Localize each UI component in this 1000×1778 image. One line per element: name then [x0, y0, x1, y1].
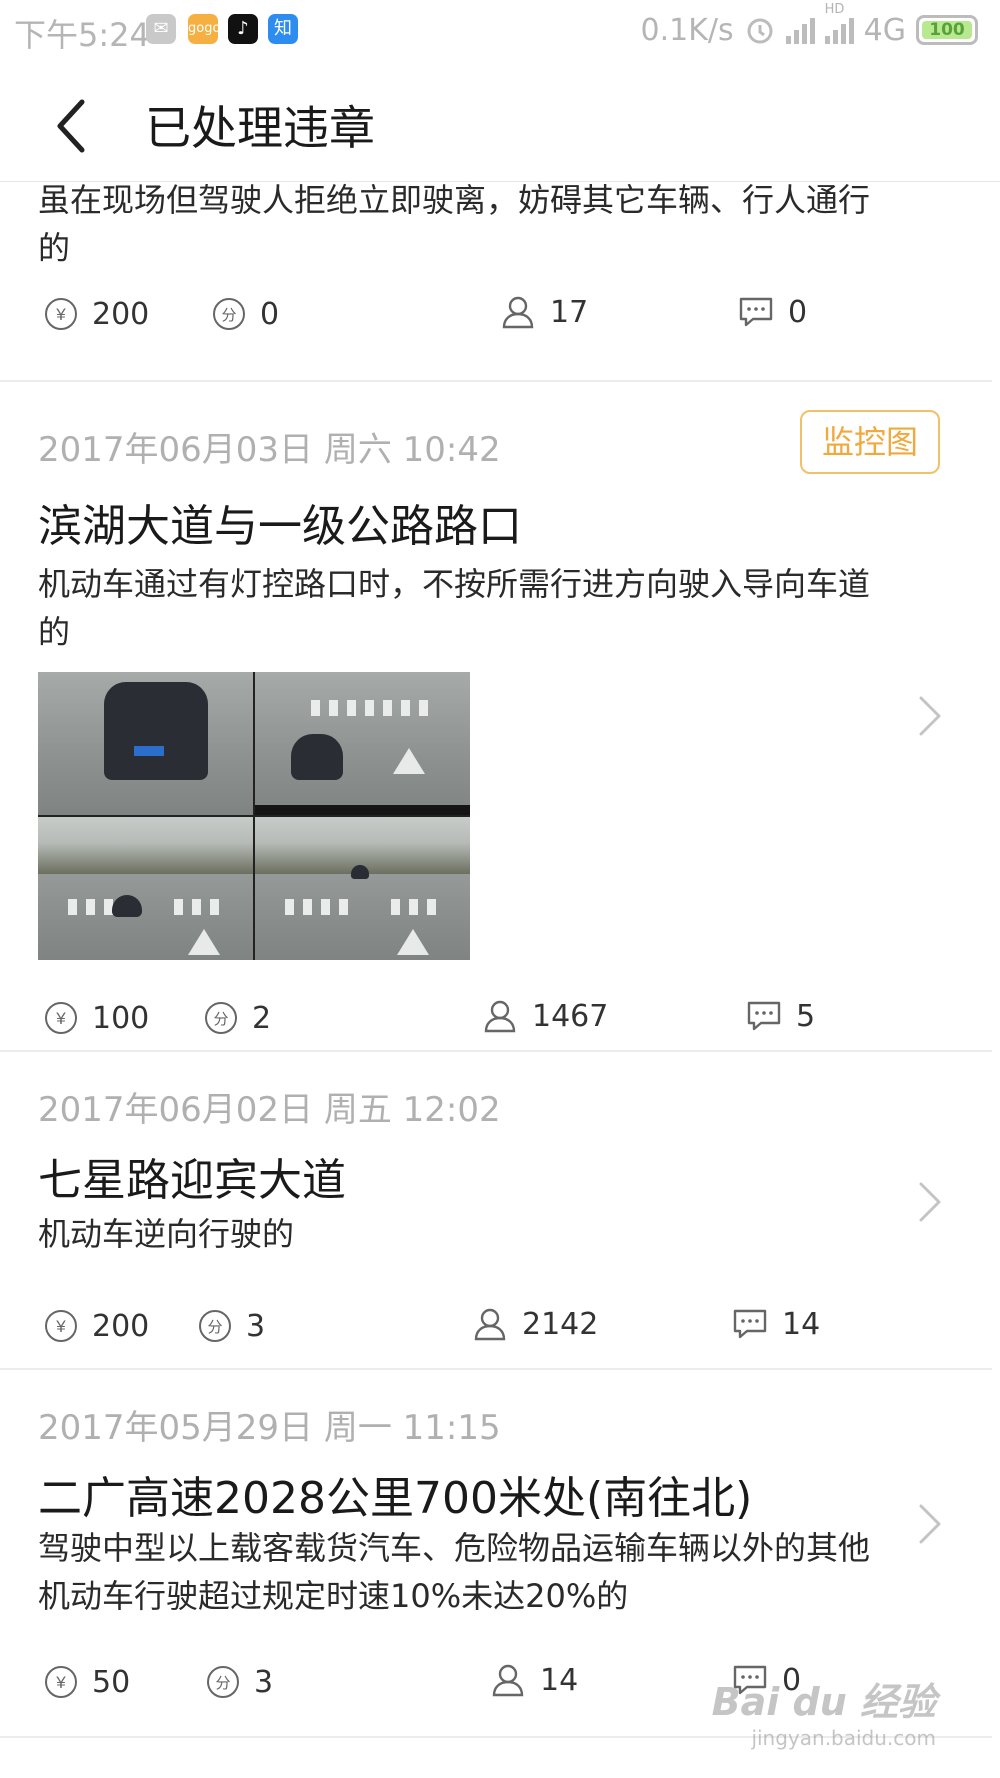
watermark-url: jingyan.baidu.com [751, 1726, 936, 1750]
watermark-logo: Bai du 经验 [711, 1680, 936, 1724]
yuan-icon-glyph: ¥ [55, 305, 66, 324]
violation-card[interactable]: 虽在现场但驾驶人拒绝立即驶离，妨碍其它车辆、行人通行的 ¥ 200 分 0 17… [0, 181, 992, 382]
views-value: 2142 [522, 1306, 599, 1342]
points-value: 2 [252, 1000, 272, 1036]
points-stat: 分 2 [204, 998, 271, 1038]
chevron-right-icon[interactable] [912, 692, 946, 740]
views-stat: 14 [490, 1660, 578, 1700]
header-bar: 已处理违章 [0, 64, 1000, 182]
points-value: 0 [260, 296, 280, 332]
monitor-photo [255, 817, 470, 960]
status-time: 下午5:24 [14, 16, 150, 54]
violation-description: 虽在现场但驾驶人拒绝立即驶离，妨碍其它车辆、行人通行的 [38, 181, 871, 267]
comments-stat[interactable]: 14 [732, 1304, 820, 1344]
violation-location: 滨湖大道与一级公路路口 [38, 501, 522, 552]
fine-stat: ¥ 200 [44, 294, 149, 334]
violation-location: 七星路迎宾大道 [38, 1155, 346, 1206]
violation-date: 2017年06月03日 周六 10:42 [38, 430, 501, 470]
points-icon-glyph: 分 [213, 1010, 228, 1028]
status-bar: 下午5:24 ✉ gogo ♪ 知 0.1K/s HD 4G 100 [0, 0, 1000, 64]
points-value: 3 [254, 1664, 274, 1700]
points-value: 3 [246, 1308, 266, 1344]
battery-icon: 100 [916, 15, 978, 45]
monitor-photo [255, 672, 470, 815]
points-icon: 分 [207, 1666, 239, 1698]
yuan-icon: ¥ [45, 1310, 77, 1342]
fine-value: 50 [92, 1664, 131, 1700]
violation-card[interactable]: 2017年06月03日 周六 10:42 监控图 滨湖大道与一级公路路口 机动车… [0, 382, 992, 1052]
yuan-icon: ¥ [45, 1666, 77, 1698]
zhihu-icon: 知 [268, 14, 298, 44]
baidu-jingyan-watermark: Bai du 经验 jingyan.baidu.com [712, 1671, 936, 1750]
fine-stat: ¥ 50 [44, 1662, 130, 1702]
violation-description: 机动车通过有灯控路口时，不按所需行进方向驶入导向车道的 [38, 565, 871, 651]
points-stat: 分 3 [198, 1306, 265, 1346]
monitor-photo [38, 817, 253, 960]
violation-description: 驾驶中型以上载客载货汽车、危险物品运输车辆以外的其他机动车行驶超过规定时速10%… [38, 1529, 871, 1615]
fine-stat: ¥ 200 [44, 1306, 149, 1346]
user-icon [502, 296, 534, 329]
wechat-icon: ✉ [146, 14, 176, 44]
yuan-icon-glyph: ¥ [55, 1009, 66, 1028]
violation-date: 2017年05月29日 周一 11:15 [38, 1408, 501, 1448]
violation-description: 机动车逆向行驶的 [38, 1215, 295, 1253]
network-type: 4G [863, 12, 906, 48]
monitor-photo-collage[interactable] [38, 672, 470, 960]
back-button[interactable] [44, 88, 104, 158]
views-value: 14 [540, 1662, 579, 1698]
comment-icon [747, 1001, 781, 1031]
yuan-icon: ¥ [45, 298, 77, 330]
points-icon: 分 [205, 1002, 237, 1034]
violation-card[interactable]: 2017年06月02日 周五 12:02 七星路迎宾大道 机动车逆向行驶的 ¥ … [0, 1052, 992, 1370]
status-right: 0.1K/s HD 4G 100 [640, 2, 978, 50]
violation-list: 虽在现场但驾驶人拒绝立即驶离，妨碍其它车辆、行人通行的 ¥ 200 分 0 17… [0, 181, 1000, 1738]
violation-date: 2017年06月02日 周五 12:02 [38, 1090, 501, 1130]
monitor-image-button[interactable]: 监控图 [800, 410, 940, 474]
views-stat: 1467 [482, 996, 608, 1036]
points-stat: 分 0 [212, 294, 279, 334]
chevron-left-icon [57, 99, 85, 153]
points-icon-glyph: 分 [221, 306, 236, 324]
views-value: 1467 [532, 998, 609, 1034]
fine-value: 200 [92, 296, 150, 332]
taobao-icon: gogo [188, 14, 220, 44]
signal-hd-icon [824, 16, 854, 44]
fine-value: 200 [92, 1308, 150, 1344]
comments-value: 14 [782, 1306, 821, 1342]
points-icon-glyph: 分 [207, 1318, 222, 1336]
comments-value: 5 [796, 998, 816, 1034]
comment-icon [733, 1309, 767, 1339]
points-icon: 分 [213, 298, 245, 330]
user-icon [474, 1308, 506, 1341]
alarm-icon [747, 18, 773, 44]
points-icon-glyph: 分 [215, 1674, 230, 1692]
user-icon [484, 1000, 516, 1033]
battery-level: 100 [929, 20, 965, 40]
user-icon [492, 1664, 524, 1697]
fine-value: 100 [92, 1000, 150, 1036]
comment-icon [739, 297, 773, 327]
points-icon: 分 [199, 1310, 231, 1342]
page-title: 已处理违章 [145, 101, 375, 155]
chevron-right-icon[interactable] [912, 1500, 946, 1548]
comments-value: 0 [788, 294, 808, 330]
views-stat: 17 [500, 292, 588, 332]
hd-label: HD [824, 2, 845, 17]
yuan-icon-glyph: ¥ [55, 1317, 66, 1336]
monitor-photo [38, 672, 253, 815]
views-value: 17 [550, 294, 589, 330]
signal-icon [785, 16, 815, 44]
points-stat: 分 3 [206, 1662, 273, 1702]
yuan-icon-glyph: ¥ [55, 1673, 66, 1692]
comments-stat[interactable]: 0 [738, 292, 807, 332]
views-stat: 2142 [472, 1304, 598, 1344]
yuan-icon: ¥ [45, 1002, 77, 1034]
fine-stat: ¥ 100 [44, 998, 149, 1038]
network-speed: 0.1K/s [640, 12, 734, 48]
violation-location: 二广高速2028公里700米处(南往北) [38, 1473, 753, 1524]
chevron-right-icon[interactable] [912, 1178, 946, 1226]
tiktok-icon: ♪ [228, 14, 258, 44]
comments-stat[interactable]: 5 [746, 996, 815, 1036]
